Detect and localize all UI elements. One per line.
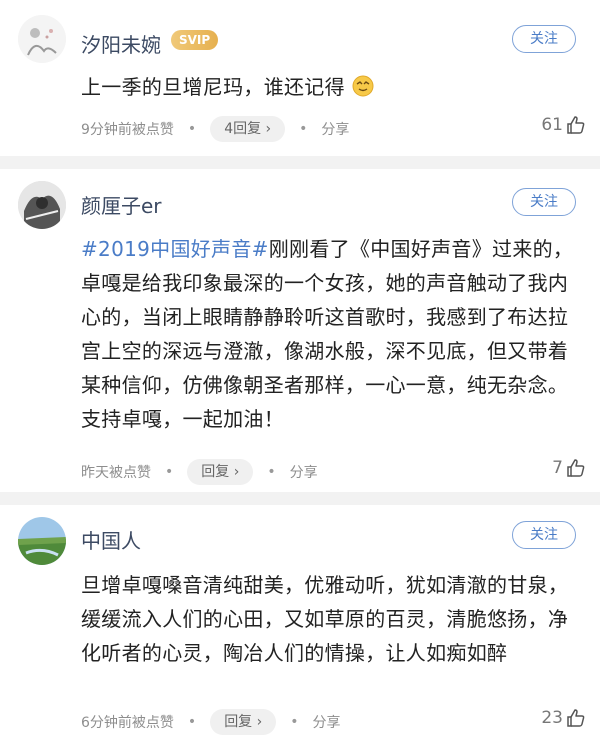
thumbs-up-icon [567, 459, 585, 477]
meta-dot: • [187, 714, 197, 730]
avatar[interactable] [18, 181, 66, 229]
thumbs-up-icon [567, 709, 585, 727]
like-time: 6分钟前被点赞 [81, 715, 174, 731]
username[interactable]: 颜厘子er [81, 190, 162, 219]
thumbs-up-icon [567, 116, 585, 134]
username[interactable]: 汐阳未婉 [81, 29, 161, 58]
username[interactable]: 中国人 [81, 525, 141, 554]
like-time: 昨天被点赞 [81, 465, 151, 481]
like-count: 7 [552, 458, 563, 478]
reply-button[interactable]: 回复 › [210, 709, 277, 735]
separator [0, 156, 600, 169]
comment-meta: 9分钟前被点赞 • 4回复 › • 分享 [81, 116, 349, 142]
separator [0, 492, 600, 505]
reply-button[interactable]: 回复 › [187, 459, 254, 485]
like-count: 23 [541, 708, 563, 728]
comment-text-body: 旦增卓嘎嗓音清纯甜美，优雅动听，犹如清澈的甘泉，缓缓流入人们的心田，又如草原的百… [81, 573, 569, 665]
share-button[interactable]: 分享 [321, 119, 349, 139]
meta-dot: • [299, 121, 308, 137]
avatar[interactable] [18, 15, 66, 63]
svip-badge: SVIP [171, 30, 219, 50]
like-button[interactable]: 23 [541, 708, 586, 728]
meta-dot: • [165, 464, 174, 480]
follow-button[interactable]: 关注 [512, 521, 576, 549]
follow-button[interactable]: 关注 [512, 188, 576, 216]
comment-text: #2019中国好声音#刚刚看了《中国好声音》过来的，卓嘎是给我印象最深的一个女孩… [81, 232, 586, 436]
comment-text: 旦增卓嘎嗓音清纯甜美，优雅动听，犹如清澈的甘泉，缓缓流入人们的心田，又如草原的百… [81, 568, 586, 670]
comment-meta: 6分钟前被点赞 • 回复 › • 分享 [81, 709, 341, 735]
like-button[interactable]: 7 [552, 458, 586, 478]
meta-dot: • [267, 464, 276, 480]
reply-button[interactable]: 4回复 › [210, 116, 286, 142]
share-button[interactable]: 分享 [290, 462, 318, 482]
comment-text-body: 上一季的旦增尼玛，谁还记得 [81, 75, 345, 99]
meta-dot: • [187, 121, 197, 137]
comment-text: 上一季的旦增尼玛，谁还记得 [81, 70, 586, 104]
like-time: 9分钟前被点赞 [81, 122, 174, 138]
comment-text-body: 刚刚看了《中国好声音》过来的，卓嘎是给我印象最深的一个女孩，她的声音触动了我内心… [81, 237, 574, 431]
follow-button[interactable]: 关注 [512, 25, 576, 53]
like-button[interactable]: 61 [541, 115, 586, 135]
like-count: 61 [541, 115, 563, 135]
comment-meta: 昨天被点赞 • 回复 › • 分享 [81, 459, 318, 485]
comment-item: 中国人 关注 旦增卓嘎嗓音清纯甜美，优雅动听，犹如清澈的甘泉，缓缓流入人们的心田… [0, 505, 600, 741]
comment-item: 汐阳未婉 SVIP 关注 上一季的旦增尼玛，谁还记得 9分钟前被点赞 • 4回复… [0, 0, 600, 156]
avatar[interactable] [18, 517, 66, 565]
emoji-icon [352, 73, 374, 97]
meta-dot: • [290, 714, 299, 730]
hashtag-link[interactable]: #2019中国好声音# [81, 237, 269, 261]
share-button[interactable]: 分享 [313, 712, 341, 732]
comment-item: 颜厘子er 关注 #2019中国好声音#刚刚看了《中国好声音》过来的，卓嘎是给我… [0, 169, 600, 492]
